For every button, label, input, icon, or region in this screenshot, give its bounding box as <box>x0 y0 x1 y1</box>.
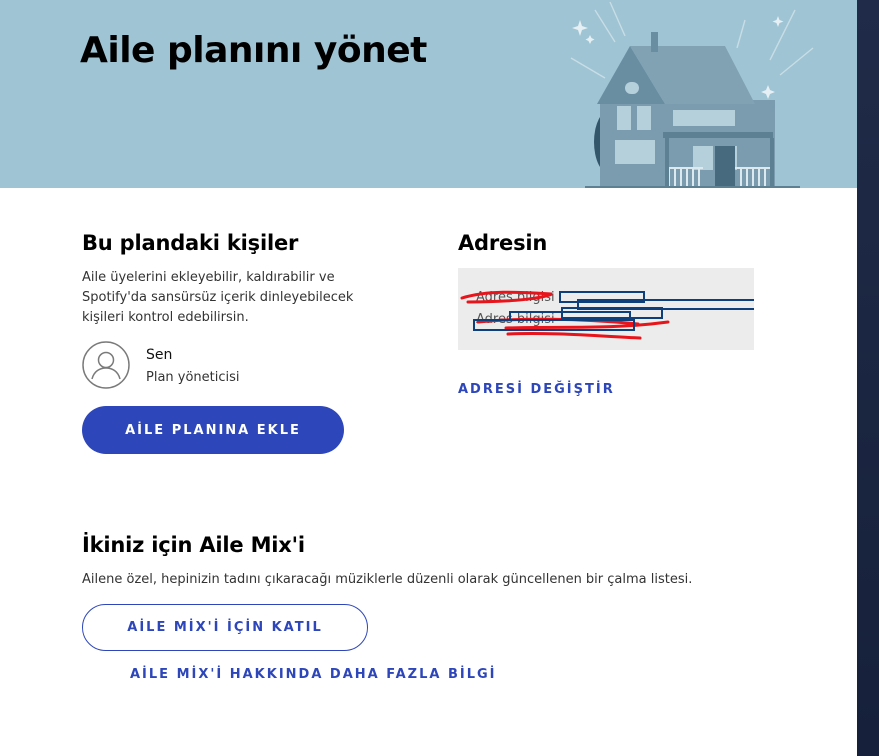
user-avatar-icon <box>82 341 130 389</box>
members-description-line: kişileri kontrol edebilirsin. <box>82 310 249 325</box>
add-to-family-plan-button[interactable]: AİLE PLANINA EKLE <box>82 406 344 454</box>
member-role: Plan yöneticisi <box>146 370 240 385</box>
redaction-scribble <box>460 290 754 340</box>
member-name: Sen <box>146 347 173 363</box>
page-title: Aile planını yönet <box>80 30 427 71</box>
right-edge-panel <box>857 0 879 756</box>
address-heading: Adresin <box>458 231 548 255</box>
members-heading: Bu plandaki kişiler <box>82 231 299 255</box>
members-description-line: Aile üyelerini ekleyebilir, kaldırabilir… <box>82 270 335 285</box>
house-illustration <box>570 1 814 188</box>
members-description: Aile üyelerini ekleyebilir, kaldırabilir… <box>82 268 382 328</box>
family-mix-learn-more-link[interactable]: AİLE MİX'İ HAKKINDA DAHA FAZLA BİLGİ <box>130 667 497 682</box>
family-mix-heading: İkiniz için Aile Mix'i <box>82 533 305 557</box>
members-description-line: Spotify'da sansürsüz içerik dinleyebilec… <box>82 290 354 305</box>
family-mix-description: Ailene özel, hepinizin tadını çıkaracağı… <box>82 572 693 587</box>
change-address-link[interactable]: ADRESİ DEĞİŞTİR <box>458 382 615 397</box>
join-family-mix-button[interactable]: AİLE MİX'İ İÇİN KATIL <box>82 604 368 651</box>
address-box: Adres bilgisi Adres bilgisi <box>458 268 754 350</box>
page-banner: Aile planını yönet <box>0 0 857 188</box>
